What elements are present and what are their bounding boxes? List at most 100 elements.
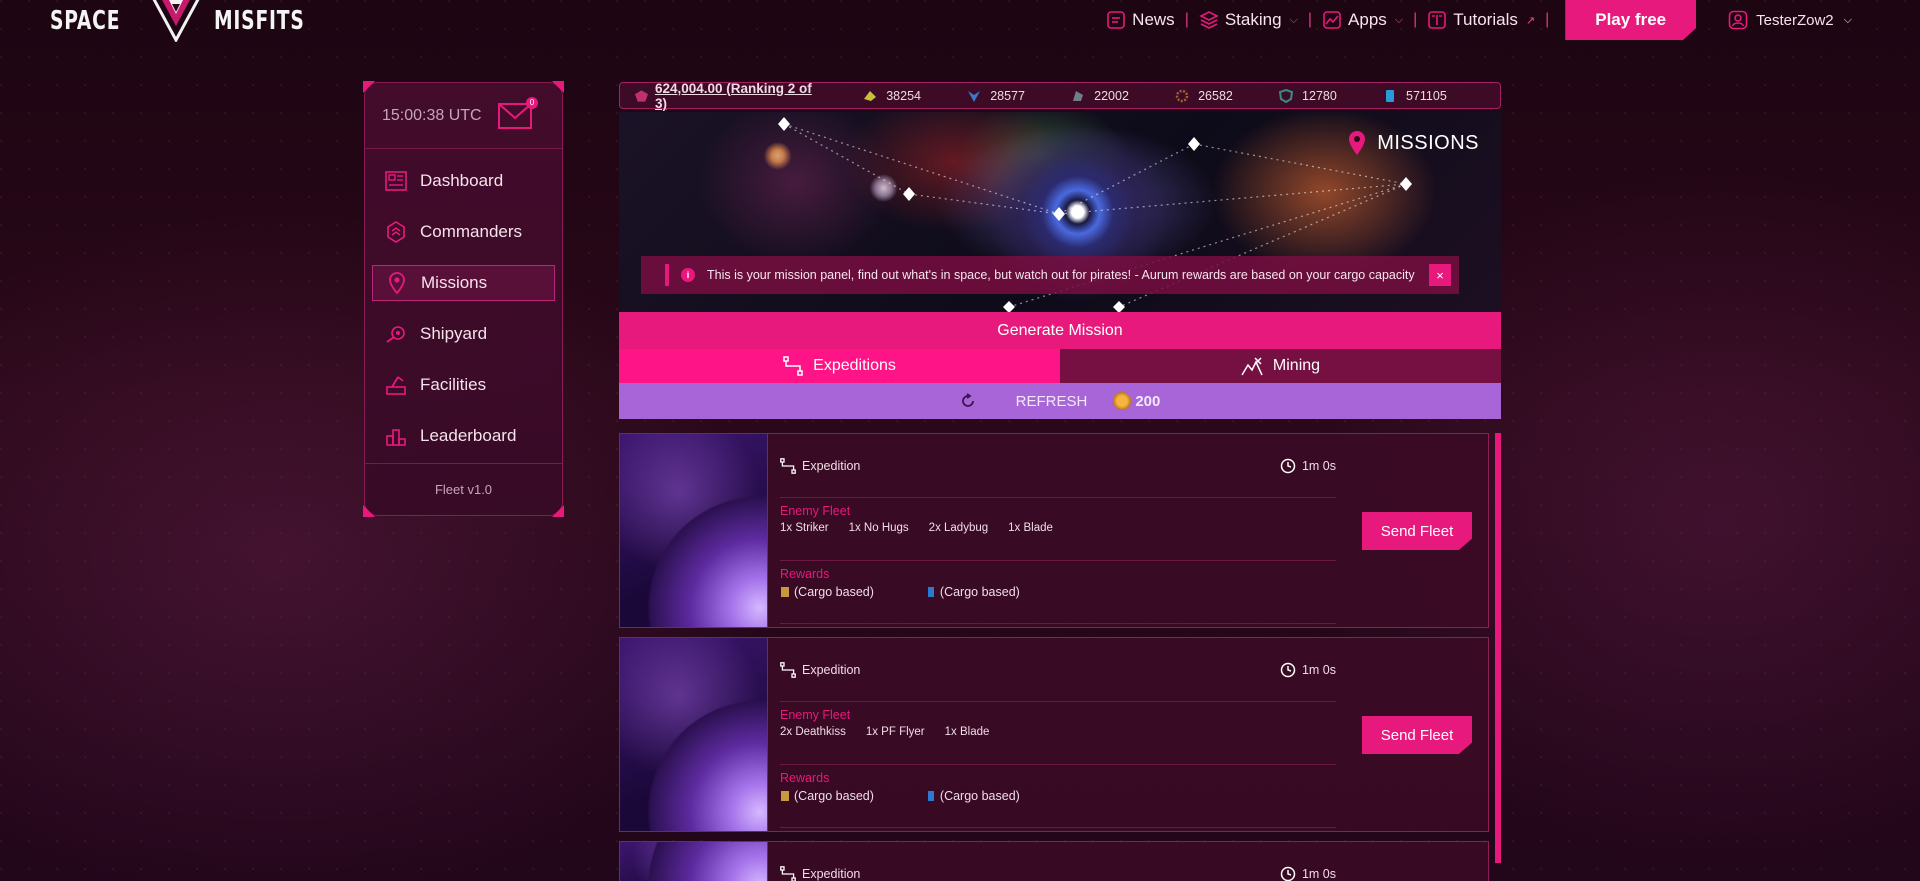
nav-tutorials[interactable]: Tutorials ↗ <box>1419 0 1543 40</box>
user-menu[interactable]: TesterZow2 ⌵ <box>1728 10 1852 30</box>
gear-component-icon <box>1175 89 1189 102</box>
sidebar-item-dashboard[interactable]: Dashboard <box>372 163 555 199</box>
map-pin-icon <box>389 272 405 295</box>
send-fleet-button[interactable]: Send Fleet <box>1362 716 1472 754</box>
nav-staking-label: Staking <box>1224 10 1282 29</box>
enemy-fleet-title: Enemy Fleet <box>780 708 851 722</box>
main-nav: News | Staking ⌵ | Apps ⌵ | Tutorials ↗ … <box>1098 0 1852 40</box>
reward-list: (Cargo based) (Cargo based) <box>780 789 1336 803</box>
fuel-icon <box>927 587 934 597</box>
chevron-down-icon: ⌵ <box>1394 13 1404 26</box>
nav-news[interactable]: News <box>1098 0 1183 40</box>
metal-icon <box>1073 90 1084 101</box>
clock-icon <box>1280 662 1296 677</box>
sidebar-item-missions[interactable]: Missions <box>372 265 555 301</box>
mission-thumbnail <box>620 434 768 627</box>
logo[interactable]: SPACE MISFITS <box>50 0 327 42</box>
enemy-ship: 1x Blade <box>944 726 990 738</box>
tab-expeditions[interactable]: Expeditions <box>619 349 1060 383</box>
reward-item: (Cargo based) <box>926 789 1020 803</box>
route-icon <box>783 356 803 376</box>
resource-item: 571105 <box>1382 89 1486 103</box>
reward-item: (Cargo based) <box>780 585 874 599</box>
mission-details: Expedition 1m 0s Enemy Fleet 1x Striker … <box>768 434 1488 627</box>
mail-button[interactable]: 0 <box>498 96 538 129</box>
reward-value: (Cargo based) <box>794 789 874 803</box>
nav-tutorials-label: Tutorials <box>1453 10 1518 29</box>
scrollbar[interactable] <box>1495 433 1501 863</box>
aurum-balance[interactable]: 624,004.00 (Ranking 2 of 3) <box>634 81 816 111</box>
info-icon: i <box>681 268 695 282</box>
fuel-icon <box>1386 89 1394 102</box>
resource-value: 12780 <box>1302 88 1337 103</box>
resource-item: 26582 <box>1174 89 1278 103</box>
refresh-cost-value: 200 <box>1135 392 1161 410</box>
nav-apps[interactable]: Apps ⌵ <box>1314 0 1411 40</box>
sidebar-item-facilities[interactable]: Facilities <box>372 367 555 403</box>
mission-duration-value: 1m 0s <box>1301 458 1336 473</box>
missions-banner: MISSIONS i This is your mission panel, f… <box>619 112 1501 312</box>
reward-list: (Cargo based) (Cargo based) <box>780 585 1336 599</box>
resource-bar: 624,004.00 (Ranking 2 of 3) 38254 28577 … <box>619 81 1501 111</box>
mission-type-label: Expedition <box>802 662 861 677</box>
tab-mining[interactable]: Mining <box>1060 349 1501 383</box>
generate-mission-button[interactable]: Generate Mission <box>619 312 1501 349</box>
resource-value: 26582 <box>1198 88 1233 103</box>
mission-header: Expedition 1m 0s <box>780 638 1336 702</box>
sidebar-item-leaderboard[interactable]: Leaderboard <box>372 418 555 454</box>
version-label: Fleet v1.0 <box>365 463 562 515</box>
sidebar-item-label: Commanders <box>420 222 523 241</box>
mission-thumbnail <box>620 842 768 881</box>
user-icon <box>1728 10 1748 30</box>
mission-duration: 1m 0s <box>1280 866 1336 881</box>
gem-icon <box>634 89 649 102</box>
resource-value: 571105 <box>1406 88 1447 103</box>
nav-staking[interactable]: Staking ⌵ <box>1191 0 1306 40</box>
nav-divider: | <box>1184 11 1189 28</box>
aurum-icon <box>781 791 789 801</box>
resource-item: 38254 <box>862 89 966 103</box>
aurum-icon <box>781 587 789 597</box>
enemy-ship: 1x PF Flyer <box>865 726 925 738</box>
podium-icon <box>386 429 406 446</box>
refresh-button[interactable]: REFRESH 200 <box>619 383 1501 419</box>
nav-divider: | <box>1413 11 1418 28</box>
enemy-ship: 1x Striker <box>780 522 829 534</box>
mission-type: Expedition <box>780 457 860 474</box>
refresh-label: REFRESH <box>1015 392 1088 410</box>
play-free-button[interactable]: Play free <box>1565 0 1697 40</box>
mission-duration-value: 1m 0s <box>1301 866 1336 881</box>
info-accent-bar <box>665 264 669 286</box>
mission-thumbnail <box>620 638 768 831</box>
resource-item: 28577 <box>966 89 1070 103</box>
enemy-fleet-section: Enemy Fleet 2x Deathkiss 1x PF Flyer 1x … <box>780 702 1336 765</box>
sidebar-item-commanders[interactable]: Commanders <box>372 214 555 250</box>
fuel-icon <box>927 791 934 801</box>
mission-card: Expedition 1m 0s <box>619 841 1489 881</box>
chart-icon <box>1323 11 1341 29</box>
sidebar-item-shipyard[interactable]: Shipyard <box>372 316 555 352</box>
username: TesterZow2 <box>1756 11 1834 29</box>
mission-tabs: Expeditions Mining <box>619 349 1501 383</box>
enemy-ship-list: 2x Deathkiss 1x PF Flyer 1x Blade <box>780 726 1336 738</box>
refresh-icon <box>961 393 974 407</box>
resource-item: 22002 <box>1070 89 1174 103</box>
rewards-section: Rewards (Cargo based) (Cargo based) <box>780 765 1336 828</box>
route-icon <box>780 865 796 881</box>
missions-heading: MISSIONS <box>1347 130 1479 156</box>
news-icon <box>1107 11 1125 29</box>
reward-item: (Cargo based) <box>926 585 1020 599</box>
ore-yellow-icon <box>864 90 877 101</box>
rewards-title: Rewards <box>780 567 830 581</box>
enemy-ship: 1x Blade <box>1008 522 1053 534</box>
enemy-ship-list: 1x Striker 1x No Hugs 2x Ladybug 1x Blad… <box>780 522 1336 534</box>
sidebar-item-label: Facilities <box>420 375 487 394</box>
info-notice-text: This is your mission panel, find out wha… <box>707 268 1415 282</box>
mining-icon <box>1241 357 1263 376</box>
enemy-fleet-section: Enemy Fleet 1x Striker 1x No Hugs 2x Lad… <box>780 498 1336 561</box>
mission-header: Expedition 1m 0s <box>780 434 1336 498</box>
coin-icon <box>1113 392 1132 410</box>
close-icon[interactable]: × <box>1429 264 1451 286</box>
rewards-section: Rewards (Cargo based) (Cargo based) <box>780 561 1336 624</box>
send-fleet-button[interactable]: Send Fleet <box>1362 512 1472 550</box>
